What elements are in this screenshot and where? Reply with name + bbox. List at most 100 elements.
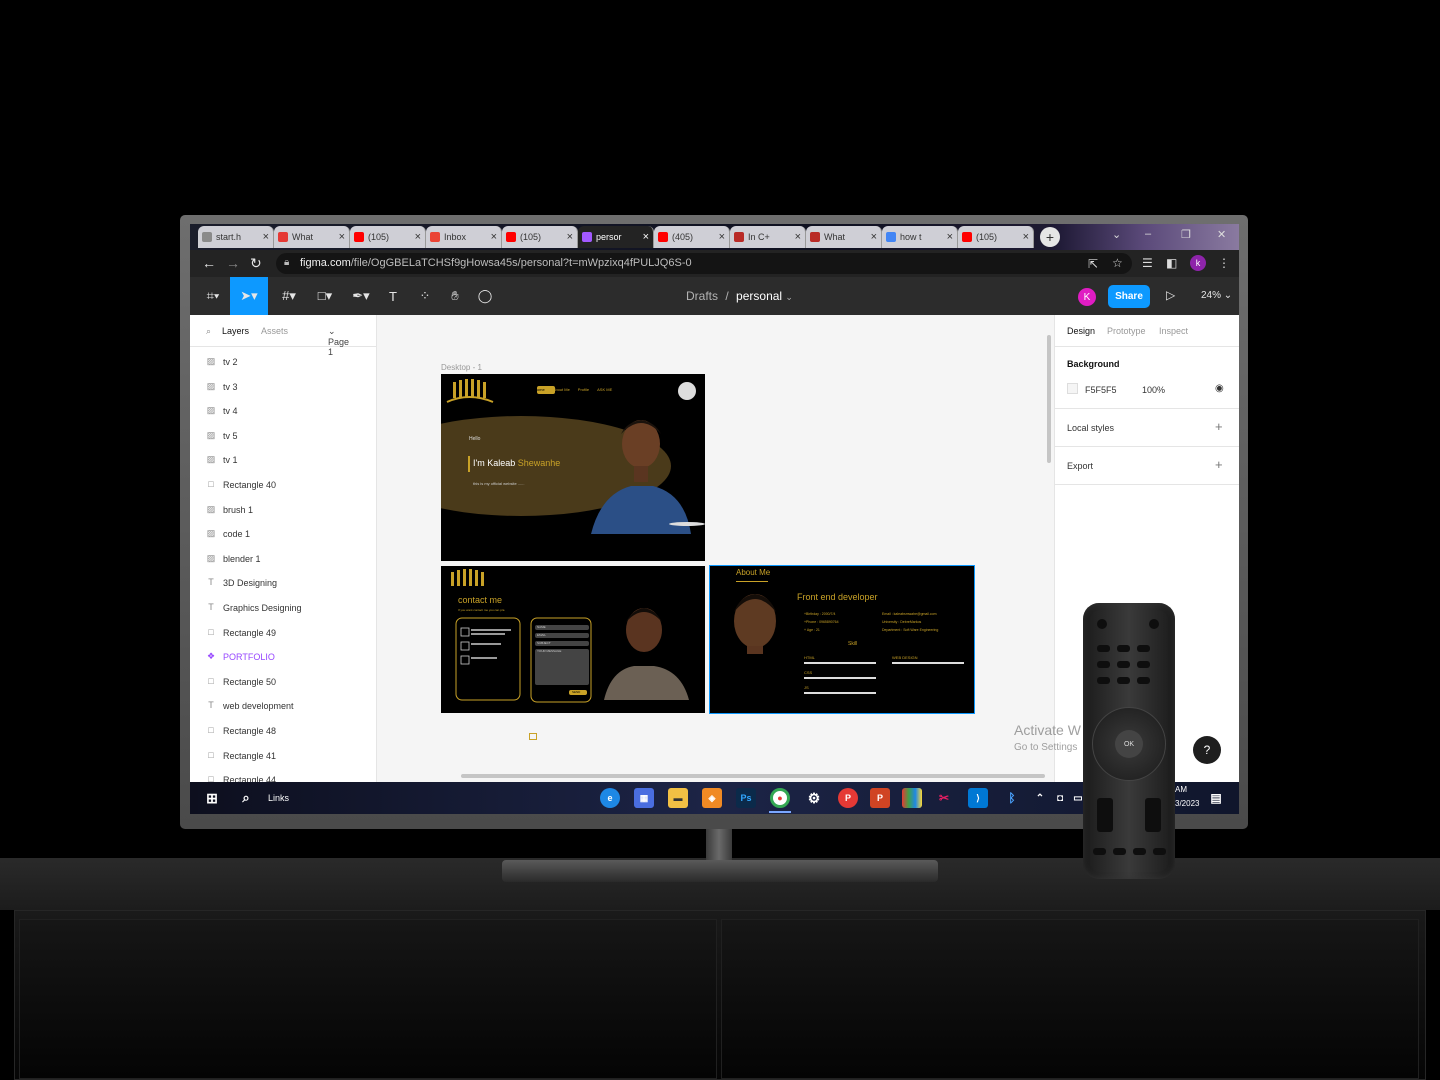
- side-panel-icon[interactable]: ◧: [1166, 256, 1177, 270]
- close-tab-icon[interactable]: ×: [1023, 231, 1029, 243]
- taskbar-search-text[interactable]: Links: [268, 793, 289, 803]
- layer-row[interactable]: ▨ tv 2: [190, 350, 376, 374]
- frame-label[interactable]: Desktop - 1: [441, 363, 482, 372]
- browser-tab[interactable]: (105) ×: [350, 226, 426, 248]
- tab-assets[interactable]: Assets: [261, 326, 288, 336]
- app-red-p-icon[interactable]: P: [838, 788, 858, 808]
- layer-row[interactable]: ▨ tv 3: [190, 375, 376, 399]
- close-tab-icon[interactable]: ×: [491, 231, 497, 243]
- back-icon[interactable]: ←: [202, 255, 216, 271]
- layer-row[interactable]: □ Rectangle 44: [190, 768, 376, 782]
- file-explorer-icon[interactable]: ▬: [668, 788, 688, 808]
- tab-layers[interactable]: Layers: [222, 326, 249, 336]
- canvas-image-icon[interactable]: [529, 733, 537, 740]
- layer-row[interactable]: □ Rectangle 48: [190, 719, 376, 743]
- layer-row[interactable]: T Graphics Designing: [190, 596, 376, 620]
- browser-tab[interactable]: (405) ×: [654, 226, 730, 248]
- layer-row[interactable]: ▨ brush 1: [190, 498, 376, 522]
- browser-tab[interactable]: how t ×: [882, 226, 958, 248]
- pen-tool-icon[interactable]: ✒▾: [344, 277, 378, 315]
- snipping-tool-icon[interactable]: ✂: [934, 788, 954, 808]
- layer-row[interactable]: ▨ blender 1: [190, 547, 376, 571]
- layer-row[interactable]: ❖ PORTFOLIO: [190, 645, 376, 669]
- browser-profile-avatar[interactable]: k: [1190, 255, 1206, 271]
- close-tab-icon[interactable]: ×: [795, 231, 801, 243]
- move-tool-icon[interactable]: ➤▾: [230, 277, 268, 315]
- bluetooth-icon[interactable]: ᛒ: [1002, 788, 1022, 808]
- close-tab-icon[interactable]: ×: [643, 231, 649, 243]
- app-multicolor-icon[interactable]: [902, 788, 922, 808]
- restore-icon[interactable]: ❐: [1181, 228, 1191, 241]
- layer-row[interactable]: T 3D Designing: [190, 571, 376, 595]
- layer-row[interactable]: Tweb development: [190, 694, 376, 718]
- browser-tab[interactable]: (105) ×: [958, 226, 1034, 248]
- edge-icon[interactable]: e: [600, 788, 620, 808]
- background-hex[interactable]: F5F5F5: [1085, 385, 1117, 395]
- comment-tool-icon[interactable]: ◯: [468, 277, 502, 315]
- browser-tab[interactable]: Inbox ×: [426, 226, 502, 248]
- browser-tab[interactable]: start.h ×: [198, 226, 274, 248]
- tab-inspect[interactable]: Inspect: [1159, 326, 1188, 336]
- notification-icon[interactable]: ▤: [1206, 788, 1226, 808]
- layer-row[interactable]: ▨ code 1: [190, 522, 376, 546]
- layer-row[interactable]: ▨ tv 1: [190, 448, 376, 472]
- windows-start-icon[interactable]: ⊞: [202, 788, 222, 808]
- close-window-icon[interactable]: ✕: [1217, 228, 1226, 241]
- resources-icon[interactable]: ⁘: [408, 277, 442, 315]
- browser-tab[interactable]: persor ×: [578, 226, 654, 248]
- share-page-icon[interactable]: ⇱: [1088, 257, 1098, 271]
- camera-icon[interactable]: ◘: [1050, 788, 1070, 808]
- close-tab-icon[interactable]: ×: [871, 231, 877, 243]
- close-tab-icon[interactable]: ×: [567, 231, 573, 243]
- add-style-plus-icon[interactable]: +: [1215, 419, 1223, 434]
- tab-prototype[interactable]: Prototype: [1107, 326, 1146, 336]
- settings-gear-icon[interactable]: ⚙: [804, 788, 824, 808]
- canvas[interactable]: Desktop - 1 Home About Me Profile ASK ME…: [377, 315, 1054, 782]
- shape-tool-icon[interactable]: □▾: [308, 277, 342, 315]
- powerpoint-icon[interactable]: P: [870, 788, 890, 808]
- close-tab-icon[interactable]: ×: [339, 231, 345, 243]
- help-button[interactable]: ?: [1193, 736, 1221, 764]
- about-frame[interactable]: About Me Front end developer +Birthday :…: [709, 565, 975, 714]
- minimize-icon[interactable]: –: [1145, 228, 1151, 240]
- canvas-scrollbar-horizontal[interactable]: [461, 774, 1045, 778]
- background-swatch[interactable]: [1067, 383, 1078, 394]
- page-selector[interactable]: Page 1 ⌄: [328, 326, 349, 357]
- browser-tab[interactable]: What ×: [806, 226, 882, 248]
- add-export-plus-icon[interactable]: +: [1215, 457, 1223, 472]
- canvas-scrollbar-vertical[interactable]: [1047, 335, 1051, 463]
- close-tab-icon[interactable]: ×: [719, 231, 725, 243]
- tab-search-icon[interactable]: ⌄: [1112, 228, 1121, 241]
- browser-tab[interactable]: In C+ ×: [730, 226, 806, 248]
- chrome-icon[interactable]: ●: [770, 788, 790, 808]
- share-button[interactable]: Share: [1108, 285, 1150, 308]
- tab-design[interactable]: Design: [1067, 326, 1095, 336]
- present-play-icon[interactable]: ▷: [1166, 288, 1175, 302]
- taskbar-search-icon[interactable]: ⌕: [236, 788, 256, 808]
- user-avatar[interactable]: K: [1078, 288, 1096, 306]
- store-icon[interactable]: ▦: [634, 788, 654, 808]
- chevron-down-icon[interactable]: ⌄: [785, 292, 793, 302]
- reload-icon[interactable]: ↻: [250, 255, 262, 272]
- layer-row[interactable]: ▨ tv 5: [190, 424, 376, 448]
- layer-row[interactable]: □ Rectangle 41: [190, 744, 376, 768]
- file-name[interactable]: personal: [736, 289, 782, 303]
- reading-list-icon[interactable]: ☰: [1142, 256, 1153, 270]
- frame-tool-icon[interactable]: #▾: [272, 277, 306, 315]
- zoom-menu[interactable]: 24% ⌄: [1201, 290, 1232, 301]
- close-tab-icon[interactable]: ×: [263, 231, 269, 243]
- layer-row[interactable]: □ Rectangle 49: [190, 621, 376, 645]
- layer-row[interactable]: ▨ tv 4: [190, 399, 376, 423]
- tray-date[interactable]: 3/2023: [1175, 799, 1199, 808]
- browser-tab[interactable]: (105) ×: [502, 226, 578, 248]
- hero-frame[interactable]: Home About Me Profile ASK ME Hello I'm Kale…: [441, 374, 705, 561]
- eye-icon[interactable]: ◉: [1215, 383, 1224, 394]
- breadcrumb-drafts[interactable]: Drafts: [686, 289, 718, 303]
- browser-menu-icon[interactable]: ⋮: [1218, 256, 1230, 270]
- forward-icon[interactable]: →: [226, 255, 240, 271]
- close-tab-icon[interactable]: ×: [947, 231, 953, 243]
- contact-frame[interactable]: contact me If you want contact me you ca…: [441, 566, 705, 713]
- close-tab-icon[interactable]: ×: [415, 231, 421, 243]
- app-orange-icon[interactable]: ◈: [702, 788, 722, 808]
- text-tool-icon[interactable]: T: [376, 277, 410, 315]
